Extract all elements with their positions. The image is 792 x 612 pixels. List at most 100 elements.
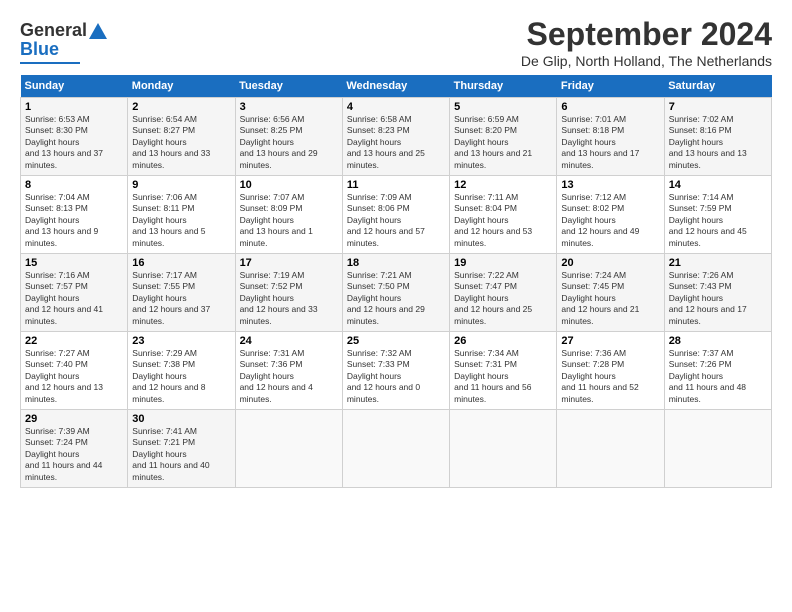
day-info: Sunrise: 7:41 AMSunset: 7:21 PMDaylight … [132, 426, 230, 483]
calendar-cell: 15Sunrise: 7:16 AMSunset: 7:57 PMDayligh… [21, 254, 128, 332]
calendar-cell: 26Sunrise: 7:34 AMSunset: 7:31 PMDayligh… [450, 332, 557, 410]
weekday-header-row: SundayMondayTuesdayWednesdayThursdayFrid… [21, 75, 772, 98]
calendar-week-4: 22Sunrise: 7:27 AMSunset: 7:40 PMDayligh… [21, 332, 772, 410]
calendar-cell [450, 410, 557, 488]
day-info: Sunrise: 7:12 AMSunset: 8:02 PMDaylight … [561, 192, 659, 249]
day-info: Sunrise: 7:02 AMSunset: 8:16 PMDaylight … [669, 114, 767, 171]
day-info: Sunrise: 7:21 AMSunset: 7:50 PMDaylight … [347, 270, 445, 327]
calendar-cell: 24Sunrise: 7:31 AMSunset: 7:36 PMDayligh… [235, 332, 342, 410]
day-number: 9 [132, 179, 230, 191]
calendar-cell: 20Sunrise: 7:24 AMSunset: 7:45 PMDayligh… [557, 254, 664, 332]
title-block: September 2024 De Glip, North Holland, T… [521, 16, 772, 69]
day-info: Sunrise: 7:16 AMSunset: 7:57 PMDaylight … [25, 270, 123, 327]
day-number: 2 [132, 101, 230, 113]
day-info: Sunrise: 7:31 AMSunset: 7:36 PMDaylight … [240, 348, 338, 405]
day-info: Sunrise: 7:26 AMSunset: 7:43 PMDaylight … [669, 270, 767, 327]
day-info: Sunrise: 7:36 AMSunset: 7:28 PMDaylight … [561, 348, 659, 405]
weekday-header-tuesday: Tuesday [235, 75, 342, 98]
calendar-cell: 21Sunrise: 7:26 AMSunset: 7:43 PMDayligh… [664, 254, 771, 332]
day-number: 10 [240, 179, 338, 191]
calendar-week-3: 15Sunrise: 7:16 AMSunset: 7:57 PMDayligh… [21, 254, 772, 332]
calendar-cell: 11Sunrise: 7:09 AMSunset: 8:06 PMDayligh… [342, 176, 449, 254]
calendar-cell: 7Sunrise: 7:02 AMSunset: 8:16 PMDaylight… [664, 98, 771, 176]
day-number: 19 [454, 257, 552, 269]
calendar-cell: 19Sunrise: 7:22 AMSunset: 7:47 PMDayligh… [450, 254, 557, 332]
day-number: 22 [25, 335, 123, 347]
day-number: 15 [25, 257, 123, 269]
day-info: Sunrise: 7:01 AMSunset: 8:18 PMDaylight … [561, 114, 659, 171]
day-number: 26 [454, 335, 552, 347]
calendar-week-5: 29Sunrise: 7:39 AMSunset: 7:24 PMDayligh… [21, 410, 772, 488]
calendar-cell: 28Sunrise: 7:37 AMSunset: 7:26 PMDayligh… [664, 332, 771, 410]
day-number: 16 [132, 257, 230, 269]
calendar-cell: 5Sunrise: 6:59 AMSunset: 8:20 PMDaylight… [450, 98, 557, 176]
calendar-cell: 4Sunrise: 6:58 AMSunset: 8:23 PMDaylight… [342, 98, 449, 176]
calendar-week-2: 8Sunrise: 7:04 AMSunset: 8:13 PMDaylight… [21, 176, 772, 254]
day-number: 30 [132, 413, 230, 425]
calendar-cell [342, 410, 449, 488]
day-info: Sunrise: 7:09 AMSunset: 8:06 PMDaylight … [347, 192, 445, 249]
calendar-cell: 27Sunrise: 7:36 AMSunset: 7:28 PMDayligh… [557, 332, 664, 410]
logo-general: General [20, 20, 87, 41]
calendar-cell [664, 410, 771, 488]
day-number: 5 [454, 101, 552, 113]
logo-blue: Blue [20, 39, 59, 60]
day-info: Sunrise: 7:37 AMSunset: 7:26 PMDaylight … [669, 348, 767, 405]
day-number: 21 [669, 257, 767, 269]
day-info: Sunrise: 6:53 AMSunset: 8:30 PMDaylight … [25, 114, 123, 171]
calendar-cell: 13Sunrise: 7:12 AMSunset: 8:02 PMDayligh… [557, 176, 664, 254]
day-info: Sunrise: 7:04 AMSunset: 8:13 PMDaylight … [25, 192, 123, 249]
day-number: 24 [240, 335, 338, 347]
day-info: Sunrise: 7:22 AMSunset: 7:47 PMDaylight … [454, 270, 552, 327]
calendar-cell: 29Sunrise: 7:39 AMSunset: 7:24 PMDayligh… [21, 410, 128, 488]
calendar-cell: 3Sunrise: 6:56 AMSunset: 8:25 PMDaylight… [235, 98, 342, 176]
day-number: 6 [561, 101, 659, 113]
day-number: 27 [561, 335, 659, 347]
calendar-cell: 30Sunrise: 7:41 AMSunset: 7:21 PMDayligh… [128, 410, 235, 488]
day-info: Sunrise: 6:58 AMSunset: 8:23 PMDaylight … [347, 114, 445, 171]
day-number: 4 [347, 101, 445, 113]
weekday-header-wednesday: Wednesday [342, 75, 449, 98]
calendar-cell: 9Sunrise: 7:06 AMSunset: 8:11 PMDaylight… [128, 176, 235, 254]
weekday-header-monday: Monday [128, 75, 235, 98]
day-number: 23 [132, 335, 230, 347]
day-info: Sunrise: 7:32 AMSunset: 7:33 PMDaylight … [347, 348, 445, 405]
day-info: Sunrise: 7:24 AMSunset: 7:45 PMDaylight … [561, 270, 659, 327]
calendar-cell: 8Sunrise: 7:04 AMSunset: 8:13 PMDaylight… [21, 176, 128, 254]
calendar-cell: 1Sunrise: 6:53 AMSunset: 8:30 PMDaylight… [21, 98, 128, 176]
calendar-cell: 12Sunrise: 7:11 AMSunset: 8:04 PMDayligh… [450, 176, 557, 254]
weekday-header-friday: Friday [557, 75, 664, 98]
weekday-header-thursday: Thursday [450, 75, 557, 98]
calendar-cell: 23Sunrise: 7:29 AMSunset: 7:38 PMDayligh… [128, 332, 235, 410]
day-number: 3 [240, 101, 338, 113]
day-info: Sunrise: 7:34 AMSunset: 7:31 PMDaylight … [454, 348, 552, 405]
page: General Blue September 2024 De Glip, Nor… [0, 0, 792, 498]
day-number: 25 [347, 335, 445, 347]
day-number: 11 [347, 179, 445, 191]
day-info: Sunrise: 7:06 AMSunset: 8:11 PMDaylight … [132, 192, 230, 249]
calendar-cell: 14Sunrise: 7:14 AMSunset: 7:59 PMDayligh… [664, 176, 771, 254]
day-info: Sunrise: 7:29 AMSunset: 7:38 PMDaylight … [132, 348, 230, 405]
logo-icon [89, 22, 107, 40]
day-number: 18 [347, 257, 445, 269]
day-number: 29 [25, 413, 123, 425]
day-info: Sunrise: 6:54 AMSunset: 8:27 PMDaylight … [132, 114, 230, 171]
day-info: Sunrise: 7:11 AMSunset: 8:04 PMDaylight … [454, 192, 552, 249]
weekday-header-saturday: Saturday [664, 75, 771, 98]
location-title: De Glip, North Holland, The Netherlands [521, 53, 772, 69]
day-info: Sunrise: 7:19 AMSunset: 7:52 PMDaylight … [240, 270, 338, 327]
calendar-cell: 22Sunrise: 7:27 AMSunset: 7:40 PMDayligh… [21, 332, 128, 410]
calendar-cell: 17Sunrise: 7:19 AMSunset: 7:52 PMDayligh… [235, 254, 342, 332]
day-number: 7 [669, 101, 767, 113]
calendar-table: SundayMondayTuesdayWednesdayThursdayFrid… [20, 75, 772, 488]
logo-line [20, 62, 80, 64]
logo: General Blue [20, 20, 107, 64]
day-number: 1 [25, 101, 123, 113]
day-number: 8 [25, 179, 123, 191]
calendar-cell: 25Sunrise: 7:32 AMSunset: 7:33 PMDayligh… [342, 332, 449, 410]
day-number: 20 [561, 257, 659, 269]
day-info: Sunrise: 7:07 AMSunset: 8:09 PMDaylight … [240, 192, 338, 249]
day-info: Sunrise: 6:59 AMSunset: 8:20 PMDaylight … [454, 114, 552, 171]
day-info: Sunrise: 7:39 AMSunset: 7:24 PMDaylight … [25, 426, 123, 483]
calendar-cell [235, 410, 342, 488]
